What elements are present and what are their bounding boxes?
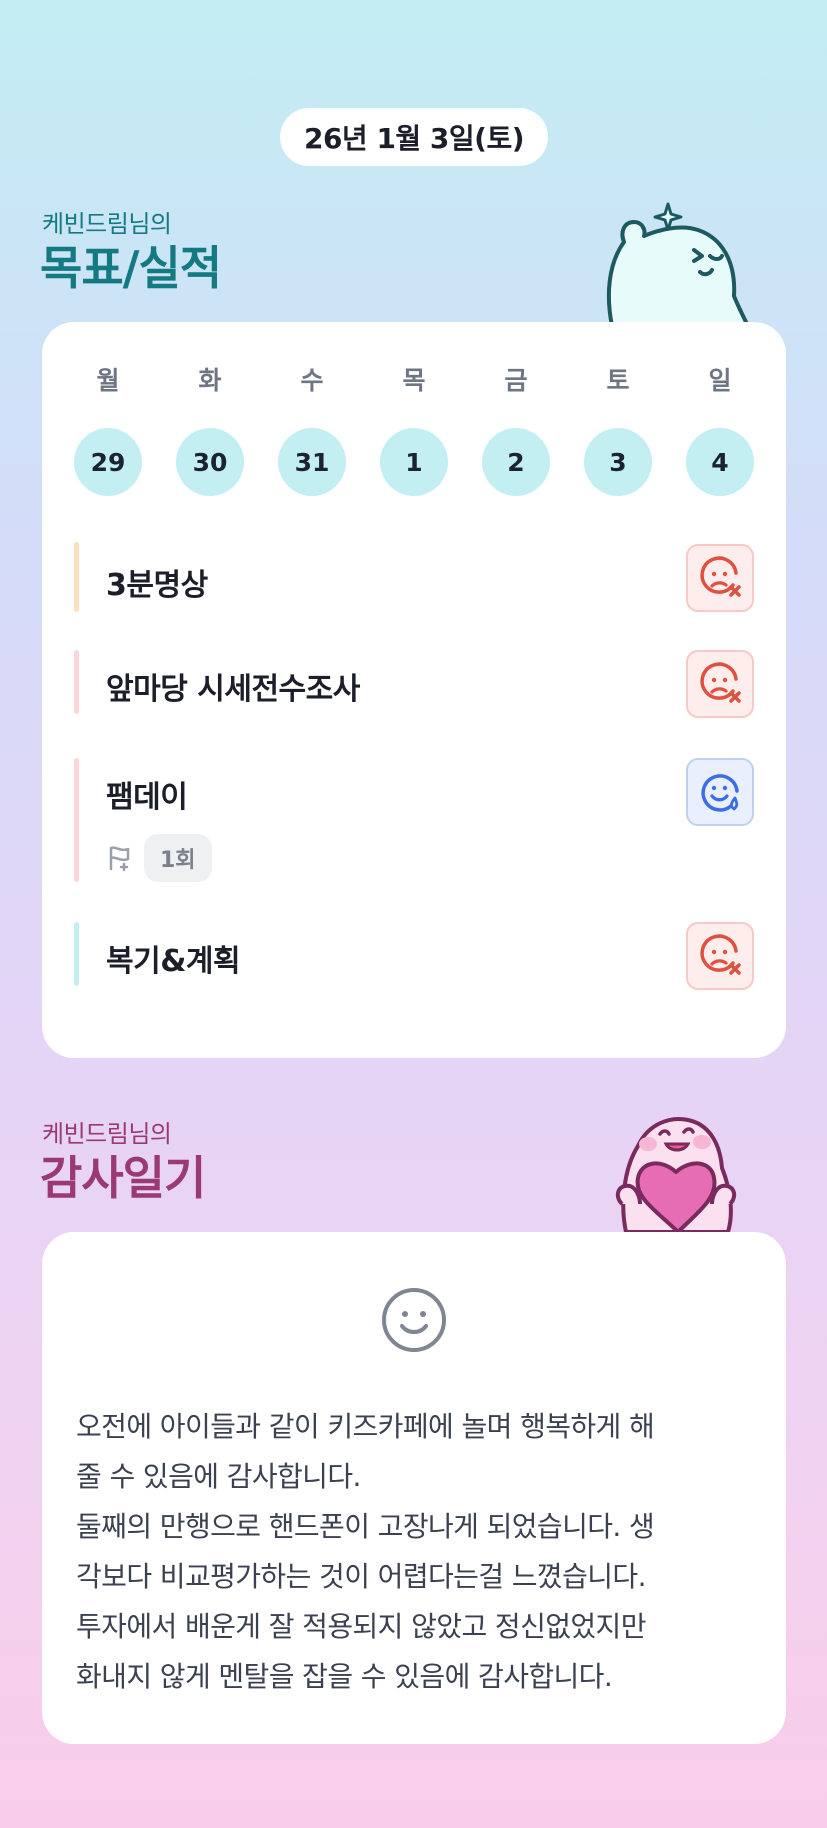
gratitude-line: 오전에 아이들과 같이 키즈카페에 놀며 행복하게 해 (76, 1410, 655, 1443)
goals-title: 목표/실적 (40, 241, 222, 295)
status-fail-button[interactable] (686, 922, 754, 990)
gratitude-line: 줄 수 있음에 감사합니다. (76, 1460, 361, 1493)
sad-x-icon (700, 662, 741, 703)
day-thu[interactable]: 목 1 (380, 362, 448, 502)
day-name: 목 (402, 366, 426, 395)
gratitude-line: 둘째의 만행으로 핸드폰이 고장나게 되었습니다. 생 (76, 1510, 655, 1543)
week-strip: 월 29 화 30 수 31 목 1 금 2 토 3 일 4 (42, 362, 786, 502)
day-name: 월 (96, 366, 120, 395)
goal-color-bar (74, 922, 79, 986)
smile-face-icon (382, 1288, 446, 1352)
goal-color-bar (74, 758, 79, 882)
sad-x-icon (700, 556, 741, 597)
goal-color-bar (74, 542, 79, 612)
day-name: 금 (504, 366, 528, 395)
sad-x-icon (700, 934, 741, 975)
day-date: 3 (584, 428, 652, 496)
day-date: 2 (482, 428, 550, 496)
day-tue[interactable]: 화 30 (176, 362, 244, 502)
day-sat[interactable]: 토 3 (584, 362, 652, 502)
date-pill[interactable]: 26년 1월 3일(토) (280, 108, 548, 166)
goal-title: 앞마당 시세전수조사 (106, 672, 360, 707)
day-sun[interactable]: 일 4 (686, 362, 754, 502)
day-name: 일 (708, 366, 732, 395)
day-date: 31 (278, 428, 346, 496)
gratitude-line: 각보다 비교평가하는 것이 어렵다는걸 느꼈습니다. (76, 1560, 646, 1593)
streak-indicator: 1회 (106, 834, 212, 882)
goal-item[interactable]: 팸데이 1회 (74, 758, 754, 882)
day-fri[interactable]: 금 2 (482, 362, 550, 502)
goal-item[interactable]: 3분명상 (74, 542, 754, 612)
status-ok-button[interactable] (686, 758, 754, 826)
mascot-waving-icon (606, 202, 750, 326)
streak-count: 1회 (144, 834, 212, 882)
status-fail-button[interactable] (686, 544, 754, 612)
goal-title: 3분명상 (106, 568, 208, 603)
goal-title: 복기&계획 (106, 944, 241, 979)
status-fail-button[interactable] (686, 650, 754, 718)
day-mon[interactable]: 월 29 (74, 362, 142, 502)
day-date: 4 (686, 428, 754, 496)
day-date: 29 (74, 428, 142, 496)
day-name: 화 (198, 366, 222, 395)
smile-drop-icon (701, 774, 739, 812)
gratitude-text: 오전에 아이들과 같이 키즈카페에 놀며 행복하게 해 줄 수 있음에 감사합니… (76, 1402, 746, 1702)
goals-card: 월 29 화 30 수 31 목 1 금 2 토 3 일 4 3분명상 앞마당 … (42, 322, 786, 1058)
flag-icon (109, 846, 130, 872)
mascot-heart-icon (615, 1117, 737, 1232)
goal-color-bar (74, 650, 79, 714)
goal-item[interactable]: 앞마당 시세전수조사 (74, 650, 754, 718)
goal-item[interactable]: 복기&계획 (74, 922, 754, 990)
day-name: 토 (606, 366, 630, 395)
gratitude-card: 오전에 아이들과 같이 키즈카페에 놀며 행복하게 해 줄 수 있음에 감사합니… (42, 1232, 786, 1744)
gratitude-line: 투자에서 배운게 잘 적용되지 않았고 정신없었지만 (76, 1610, 646, 1643)
gratitude-line: 화내지 않게 멘탈을 잡을 수 있음에 감사합니다. (76, 1660, 613, 1693)
gratitude-title: 감사일기 (40, 1151, 206, 1205)
day-date: 1 (380, 428, 448, 496)
day-wed[interactable]: 수 31 (278, 362, 346, 502)
goal-title: 팸데이 (106, 780, 188, 815)
day-name: 수 (300, 366, 324, 395)
day-date: 30 (176, 428, 244, 496)
